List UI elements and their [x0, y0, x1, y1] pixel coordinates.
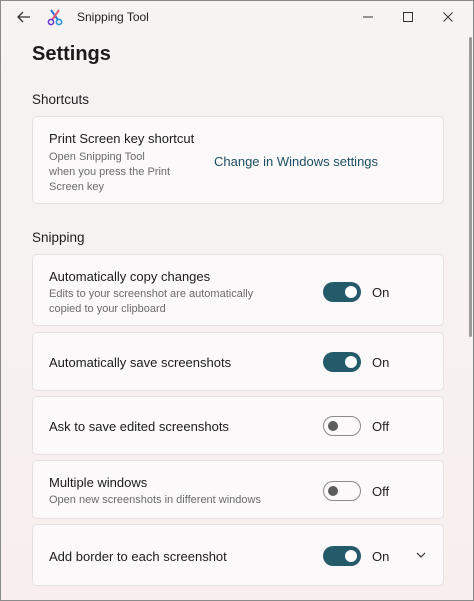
setting-auto-save-title: Automatically save screenshots	[49, 355, 232, 370]
setting-auto-copy-desc-1: Edits to your screenshot are automatical…	[49, 288, 254, 300]
setting-auto-copy-card: Automatically copy changes Edits to your…	[32, 254, 444, 326]
setting-ask-to-save-state: Off	[372, 419, 390, 434]
maximize-icon	[403, 12, 413, 22]
minimize-button[interactable]	[353, 5, 383, 29]
section-snipping-label: Snipping	[32, 230, 85, 245]
setting-ask-to-save-card: Ask to save edited screenshots Off	[32, 396, 444, 455]
setting-auto-copy-state: On	[372, 285, 390, 300]
close-icon	[443, 12, 453, 22]
app-title: Snipping Tool	[77, 10, 149, 24]
setting-add-border-state: On	[372, 549, 390, 564]
snipping-tool-icon	[47, 9, 63, 26]
print-screen-shortcut-desc-1: Open Snipping Tool	[49, 151, 145, 163]
print-screen-shortcut-desc-2: when you press the Print	[49, 166, 171, 178]
setting-auto-save-toggle[interactable]	[323, 352, 361, 372]
title-bar: Snipping Tool	[1, 1, 473, 33]
setting-auto-copy-desc-2: copied to your clipboard	[49, 303, 166, 315]
setting-add-border-toggle[interactable]	[323, 546, 361, 566]
setting-ask-to-save-toggle[interactable]	[323, 416, 361, 436]
change-in-windows-settings-link[interactable]: Change in Windows settings	[214, 154, 378, 169]
expand-border-options-button[interactable]	[413, 547, 429, 563]
setting-auto-copy-toggle[interactable]	[323, 282, 361, 302]
toggle-knob	[345, 286, 357, 298]
setting-multiple-windows-state: Off	[372, 484, 390, 499]
setting-multiple-windows-toggle[interactable]	[323, 481, 361, 501]
setting-add-border-card[interactable]: Add border to each screenshot On	[32, 524, 444, 586]
setting-multiple-windows-card: Multiple windows Open new screenshots in…	[32, 460, 444, 519]
snipping-tool-window: Snipping Tool Settings Shortcuts Print S…	[0, 0, 474, 601]
close-button[interactable]	[433, 5, 463, 29]
print-screen-shortcut-title: Print Screen key shortcut	[49, 131, 195, 146]
print-screen-shortcut-desc-3: Screen key	[49, 181, 105, 193]
toggle-knob	[328, 421, 338, 431]
setting-multiple-windows-title: Multiple windows	[49, 475, 148, 490]
toggle-knob	[328, 486, 338, 496]
setting-add-border-title: Add border to each screenshot	[49, 549, 227, 564]
setting-auto-save-card: Automatically save screenshots On	[32, 332, 444, 391]
setting-auto-save-state: On	[372, 355, 390, 370]
setting-ask-to-save-title: Ask to save edited screenshots	[49, 419, 229, 434]
toggle-knob	[345, 550, 357, 562]
toggle-knob	[345, 356, 357, 368]
maximize-button[interactable]	[393, 5, 423, 29]
setting-auto-copy-title: Automatically copy changes	[49, 269, 211, 284]
chevron-down-icon	[416, 552, 426, 558]
page-title: Settings	[32, 43, 111, 65]
section-shortcuts-label: Shortcuts	[32, 92, 90, 107]
minimize-icon	[363, 16, 373, 18]
print-screen-shortcut-card: Print Screen key shortcut Open Snipping …	[32, 116, 444, 204]
scrollbar[interactable]	[469, 37, 472, 337]
setting-multiple-windows-desc: Open new screenshots in different window…	[49, 494, 261, 506]
back-button[interactable]	[13, 7, 35, 27]
back-arrow-icon	[17, 11, 30, 23]
